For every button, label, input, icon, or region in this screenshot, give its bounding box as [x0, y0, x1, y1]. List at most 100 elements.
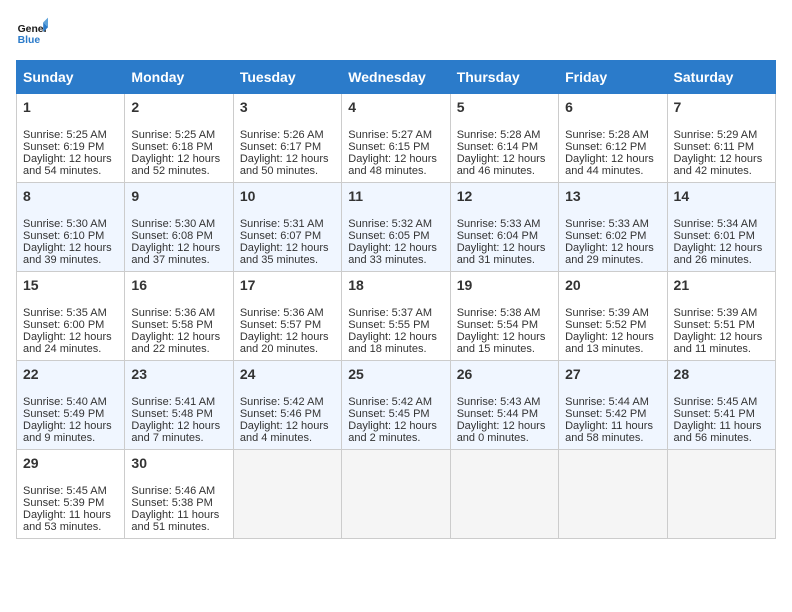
- sunrise-text: Sunrise: 5:39 AM: [565, 307, 649, 319]
- sunrise-text: Sunrise: 5:41 AM: [131, 396, 215, 408]
- col-header-sunday: Sunday: [17, 61, 125, 94]
- sunset-text: Sunset: 5:51 PM: [674, 319, 755, 331]
- calendar-cell: 16Sunrise: 5:36 AMSunset: 5:58 PMDayligh…: [125, 272, 233, 361]
- sunset-text: Sunset: 5:42 PM: [565, 408, 646, 420]
- day-number: 8: [23, 188, 118, 204]
- calendar-table: SundayMondayTuesdayWednesdayThursdayFrid…: [16, 60, 776, 539]
- day-number: 22: [23, 366, 118, 382]
- daylight-text: Daylight: 11 hours and 53 minutes.: [23, 509, 111, 533]
- day-number: 26: [457, 366, 552, 382]
- calendar-cell: 18Sunrise: 5:37 AMSunset: 5:55 PMDayligh…: [342, 272, 450, 361]
- daylight-text: Daylight: 12 hours and 20 minutes.: [240, 331, 329, 355]
- daylight-text: Daylight: 12 hours and 13 minutes.: [565, 331, 654, 355]
- calendar-cell: 22Sunrise: 5:40 AMSunset: 5:49 PMDayligh…: [17, 361, 125, 450]
- calendar-cell: 15Sunrise: 5:35 AMSunset: 6:00 PMDayligh…: [17, 272, 125, 361]
- sunrise-text: Sunrise: 5:27 AM: [348, 129, 432, 141]
- daylight-text: Daylight: 12 hours and 7 minutes.: [131, 420, 220, 444]
- day-number: 19: [457, 277, 552, 293]
- day-number: 29: [23, 455, 118, 471]
- sunrise-text: Sunrise: 5:36 AM: [131, 307, 215, 319]
- calendar-week-1: 1Sunrise: 5:25 AMSunset: 6:19 PMDaylight…: [17, 94, 776, 183]
- sunrise-text: Sunrise: 5:25 AM: [131, 129, 215, 141]
- sunrise-text: Sunrise: 5:25 AM: [23, 129, 107, 141]
- daylight-text: Daylight: 12 hours and 9 minutes.: [23, 420, 112, 444]
- calendar-cell: [559, 450, 667, 539]
- day-number: 6: [565, 99, 660, 115]
- daylight-text: Daylight: 12 hours and 39 minutes.: [23, 242, 112, 266]
- day-number: 3: [240, 99, 335, 115]
- col-header-wednesday: Wednesday: [342, 61, 450, 94]
- sunrise-text: Sunrise: 5:36 AM: [240, 307, 324, 319]
- daylight-text: Daylight: 12 hours and 52 minutes.: [131, 153, 220, 177]
- daylight-text: Daylight: 12 hours and 48 minutes.: [348, 153, 437, 177]
- sunrise-text: Sunrise: 5:29 AM: [674, 129, 758, 141]
- day-number: 14: [674, 188, 769, 204]
- day-number: 16: [131, 277, 226, 293]
- calendar-cell: 10Sunrise: 5:31 AMSunset: 6:07 PMDayligh…: [233, 183, 341, 272]
- day-number: 4: [348, 99, 443, 115]
- logo-icon: General Blue: [16, 16, 48, 48]
- day-number: 12: [457, 188, 552, 204]
- day-number: 21: [674, 277, 769, 293]
- sunrise-text: Sunrise: 5:28 AM: [565, 129, 649, 141]
- calendar-cell: [450, 450, 558, 539]
- daylight-text: Daylight: 11 hours and 51 minutes.: [131, 509, 219, 533]
- sunrise-text: Sunrise: 5:33 AM: [457, 218, 541, 230]
- sunrise-text: Sunrise: 5:43 AM: [457, 396, 541, 408]
- daylight-text: Daylight: 12 hours and 37 minutes.: [131, 242, 220, 266]
- col-header-friday: Friday: [559, 61, 667, 94]
- calendar-cell: 17Sunrise: 5:36 AMSunset: 5:57 PMDayligh…: [233, 272, 341, 361]
- sunset-text: Sunset: 6:15 PM: [348, 141, 429, 153]
- sunset-text: Sunset: 6:02 PM: [565, 230, 646, 242]
- day-number: 9: [131, 188, 226, 204]
- sunset-text: Sunset: 5:45 PM: [348, 408, 429, 420]
- sunset-text: Sunset: 5:52 PM: [565, 319, 646, 331]
- sunset-text: Sunset: 5:48 PM: [131, 408, 212, 420]
- sunrise-text: Sunrise: 5:32 AM: [348, 218, 432, 230]
- calendar-cell: 5Sunrise: 5:28 AMSunset: 6:14 PMDaylight…: [450, 94, 558, 183]
- calendar-cell: 26 Sunrise: 5:43 AMSunset: 5:44 PMDayligh…: [450, 361, 558, 450]
- calendar-cell: 14Sunrise: 5:34 AMSunset: 6:01 PMDayligh…: [667, 183, 775, 272]
- sunset-text: Sunset: 6:18 PM: [131, 141, 212, 153]
- sunset-text: Sunset: 6:11 PM: [674, 141, 755, 153]
- daylight-text: Daylight: 12 hours and 50 minutes.: [240, 153, 329, 177]
- sunrise-text: Sunrise: 5:40 AM: [23, 396, 107, 408]
- daylight-text: Daylight: 12 hours and 26 minutes.: [674, 242, 763, 266]
- calendar-cell: 7Sunrise: 5:29 AMSunset: 6:11 PMDaylight…: [667, 94, 775, 183]
- header-row: SundayMondayTuesdayWednesdayThursdayFrid…: [17, 61, 776, 94]
- sunrise-text: Sunrise: 5:37 AM: [348, 307, 432, 319]
- sunset-text: Sunset: 6:19 PM: [23, 141, 104, 153]
- day-number: 28: [674, 366, 769, 382]
- calendar-week-2: 8Sunrise: 5:30 AMSunset: 6:10 PMDaylight…: [17, 183, 776, 272]
- daylight-text: Daylight: 12 hours and 46 minutes.: [457, 153, 546, 177]
- calendar-cell: 8Sunrise: 5:30 AMSunset: 6:10 PMDaylight…: [17, 183, 125, 272]
- daylight-text: Daylight: 12 hours and 0 minutes.: [457, 420, 546, 444]
- day-number: 20: [565, 277, 660, 293]
- calendar-cell: 13Sunrise: 5:33 AMSunset: 6:02 PMDayligh…: [559, 183, 667, 272]
- daylight-text: Daylight: 12 hours and 4 minutes.: [240, 420, 329, 444]
- sunset-text: Sunset: 5:41 PM: [674, 408, 755, 420]
- day-number: 10: [240, 188, 335, 204]
- page-header: General Blue: [16, 16, 776, 48]
- day-number: 25: [348, 366, 443, 382]
- daylight-text: Daylight: 12 hours and 15 minutes.: [457, 331, 546, 355]
- day-number: 5: [457, 99, 552, 115]
- calendar-cell: [342, 450, 450, 539]
- calendar-cell: 11Sunrise: 5:32 AMSunset: 6:05 PMDayligh…: [342, 183, 450, 272]
- sunset-text: Sunset: 5:44 PM: [457, 408, 538, 420]
- daylight-text: Daylight: 12 hours and 33 minutes.: [348, 242, 437, 266]
- sunrise-text: Sunrise: 5:33 AM: [565, 218, 649, 230]
- day-number: 2: [131, 99, 226, 115]
- day-number: 27: [565, 366, 660, 382]
- sunrise-text: Sunrise: 5:31 AM: [240, 218, 324, 230]
- calendar-cell: 9Sunrise: 5:30 AMSunset: 6:08 PMDaylight…: [125, 183, 233, 272]
- sunrise-text: Sunrise: 5:30 AM: [131, 218, 215, 230]
- day-number: 15: [23, 277, 118, 293]
- sunset-text: Sunset: 6:04 PM: [457, 230, 538, 242]
- sunset-text: Sunset: 5:38 PM: [131, 497, 212, 509]
- calendar-cell: 29Sunrise: 5:45 AMSunset: 5:39 PMDayligh…: [17, 450, 125, 539]
- calendar-cell: 19Sunrise: 5:38 AMSunset: 5:54 PMDayligh…: [450, 272, 558, 361]
- daylight-text: Daylight: 12 hours and 54 minutes.: [23, 153, 112, 177]
- sunset-text: Sunset: 6:12 PM: [565, 141, 646, 153]
- svg-text:Blue: Blue: [18, 35, 41, 46]
